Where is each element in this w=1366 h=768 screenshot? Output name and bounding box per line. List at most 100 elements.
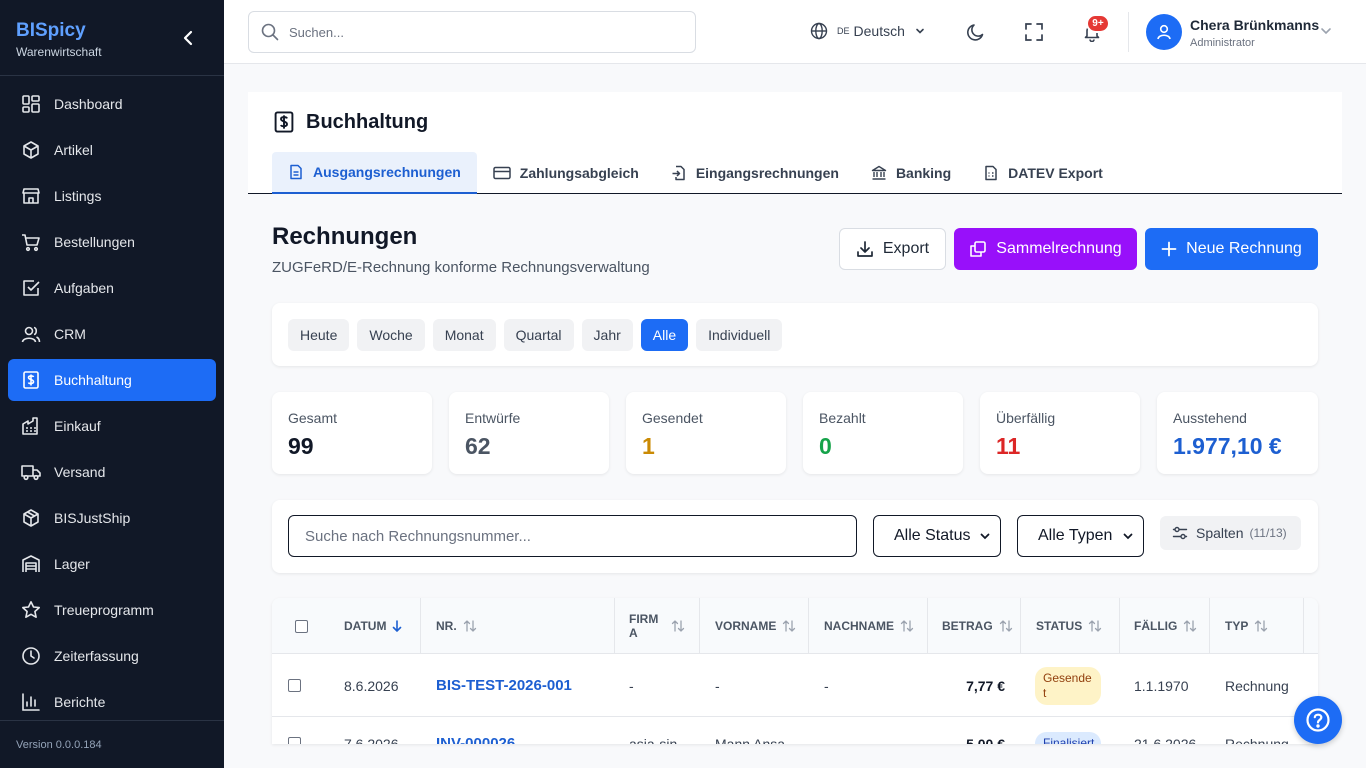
- period-jahr[interactable]: Jahr: [581, 318, 633, 351]
- table-header: Datum Nr. Firm a Vorname Nachname Betrag…: [272, 598, 1318, 654]
- brand: BISpicy Warenwirtschaft: [0, 0, 224, 76]
- sidebar-item-berichte[interactable]: Berichte: [8, 681, 216, 723]
- sidebar-item-bestellungen[interactable]: Bestellungen: [8, 221, 216, 263]
- section-subtitle: ZUGFeRD/E-Rechnung konforme Rechnungsver…: [272, 259, 650, 276]
- sidebar-item-treueprogramm[interactable]: Treueprogramm: [8, 589, 216, 631]
- sammelrechnung-button[interactable]: Sammelrechnung: [954, 228, 1137, 270]
- sidebar-item-label: Buchhaltung: [54, 372, 132, 388]
- page-title: Buchhaltung: [306, 110, 429, 133]
- period-woche[interactable]: Woche: [357, 318, 425, 351]
- chevron-down-icon: [916, 28, 924, 34]
- table-row[interactable]: 7.6.2026 INV-000026 asia-sin Mann Ansa -…: [272, 718, 1318, 744]
- sort-icon: [1088, 620, 1102, 632]
- sidebar-nav: Dashboard Artikel Listings Bestellungen …: [0, 76, 224, 723]
- period-alle[interactable]: Alle: [640, 318, 689, 351]
- sidebar-item-label: Treueprogramm: [54, 602, 154, 618]
- tab-ausgangsrechnungen[interactable]: Ausgangsrechnungen: [272, 152, 477, 194]
- sidebar-item-lager[interactable]: Lager: [8, 543, 216, 585]
- invoice-search-input[interactable]: [288, 515, 857, 557]
- copy-icon: [969, 240, 987, 258]
- checkbox-icon: [21, 278, 41, 298]
- global-search[interactable]: [248, 11, 696, 53]
- column-header-datum[interactable]: Datum: [330, 598, 421, 654]
- file-import-icon: [671, 165, 687, 181]
- search-icon: [261, 23, 279, 41]
- language-label: Deutsch: [853, 23, 905, 39]
- column-header-nachname[interactable]: Nachname: [809, 598, 928, 654]
- type-select[interactable]: Alle Typen: [1017, 515, 1144, 557]
- table-row[interactable]: 8.6.2026 BIS-TEST-2026-001 - - - 7,77 € …: [272, 654, 1318, 717]
- warehouse-icon: [21, 554, 41, 574]
- sidebar-item-zeiterfassung[interactable]: Zeiterfassung: [8, 635, 216, 677]
- columns-label: Spalten: [1196, 525, 1244, 541]
- select-all-checkbox[interactable]: [294, 619, 308, 633]
- columns-button[interactable]: Spalten (11/13): [1160, 516, 1301, 550]
- sidebar-item-label: Zeiterfassung: [54, 648, 139, 664]
- tab-banking[interactable]: Banking: [855, 152, 967, 194]
- fullscreen-button[interactable]: [1022, 20, 1046, 44]
- sort-icon: [463, 620, 477, 632]
- cell-status: Gesende t: [1035, 654, 1101, 717]
- column-header-nr[interactable]: Nr.: [421, 598, 615, 654]
- dark-mode-toggle[interactable]: [964, 20, 988, 44]
- sidebar-item-crm[interactable]: CRM: [8, 313, 216, 355]
- sort-icon: [671, 620, 685, 632]
- factory-icon: [21, 416, 41, 436]
- column-header-status[interactable]: Status: [1021, 598, 1120, 654]
- column-header-label: Fällig: [1134, 619, 1178, 633]
- period-quartal[interactable]: Quartal: [503, 318, 574, 351]
- stat-card-ausstehend: Ausstehend 1.977,10 €: [1157, 392, 1318, 474]
- dashboard-icon: [21, 94, 41, 114]
- language-selector[interactable]: DE Deutsch: [810, 22, 925, 40]
- period-monat[interactable]: Monat: [432, 318, 496, 351]
- period-individuell[interactable]: Individuell: [696, 318, 783, 351]
- tab-datev-export[interactable]: DATEV Export: [967, 152, 1119, 194]
- stat-label: Gesendet: [642, 410, 703, 426]
- user-name: Chera Brünkmanns: [1190, 17, 1320, 33]
- export-button[interactable]: Export: [839, 228, 946, 270]
- new-invoice-label: Neue Rechnung: [1186, 240, 1302, 257]
- row-checkbox[interactable]: [288, 737, 301, 744]
- sort-icon: [999, 620, 1013, 632]
- tab-label: Zahlungsabgleich: [519, 165, 639, 181]
- sidebar-item-dashboard[interactable]: Dashboard: [8, 83, 216, 125]
- sidebar-item-einkauf[interactable]: Einkauf: [8, 405, 216, 447]
- dollar-icon: [21, 370, 41, 390]
- sidebar-item-buchhaltung[interactable]: Buchhaltung: [8, 359, 216, 401]
- credit-card-icon: [493, 165, 511, 181]
- column-header-faellig[interactable]: Fällig: [1120, 598, 1210, 654]
- new-invoice-button[interactable]: Neue Rechnung: [1145, 228, 1318, 270]
- cell-invoice-number[interactable]: INV-000026: [436, 712, 515, 744]
- tab-eingangsrechnungen[interactable]: Eingangsrechnungen: [655, 152, 855, 194]
- sidebar-item-versand[interactable]: Versand: [8, 451, 216, 493]
- avatar[interactable]: [1146, 14, 1182, 50]
- sidebar-item-label: Dashboard: [54, 96, 123, 112]
- cell-vorname: Mann Ansa: [715, 735, 786, 745]
- column-header-firma[interactable]: Firm a: [615, 598, 700, 654]
- help-button[interactable]: [1294, 696, 1342, 744]
- column-header-vorname[interactable]: Vorname: [700, 598, 809, 654]
- cell-betrag: 5,00 €: [966, 735, 1005, 745]
- cell-invoice-number[interactable]: BIS-TEST-2026-001: [436, 654, 572, 717]
- column-header-betrag[interactable]: Betrag: [928, 598, 1021, 654]
- sidebar-item-aufgaben[interactable]: Aufgaben: [8, 267, 216, 309]
- cell-firma: asia-sin: [629, 735, 678, 745]
- global-search-input[interactable]: [289, 24, 669, 40]
- accounting-header: Buchhaltung Ausgangsrechnungen Zahlungsa…: [248, 92, 1342, 194]
- sidebar-item-listings[interactable]: Listings: [8, 175, 216, 217]
- period-heute[interactable]: Heute: [288, 318, 350, 351]
- select-all-cell: [272, 598, 330, 654]
- column-header-label: Betrag: [942, 619, 993, 633]
- status-select[interactable]: Alle Status: [873, 515, 1001, 557]
- sidebar-item-artikel[interactable]: Artikel: [8, 129, 216, 171]
- sidebar-item-bisjustship[interactable]: BISJustShip: [8, 497, 216, 539]
- row-checkbox[interactable]: [288, 679, 301, 692]
- column-header-label: Vorname: [715, 619, 777, 633]
- tab-label: Banking: [895, 165, 952, 181]
- notification-count-badge: 9+: [1086, 14, 1110, 33]
- user-menu-toggle[interactable]: [1320, 24, 1332, 42]
- column-header-label: Typ: [1225, 619, 1249, 633]
- tab-zahlungsabgleich[interactable]: Zahlungsabgleich: [477, 152, 655, 194]
- column-header-typ[interactable]: Typ: [1210, 598, 1304, 654]
- collapse-sidebar-button[interactable]: [178, 27, 198, 49]
